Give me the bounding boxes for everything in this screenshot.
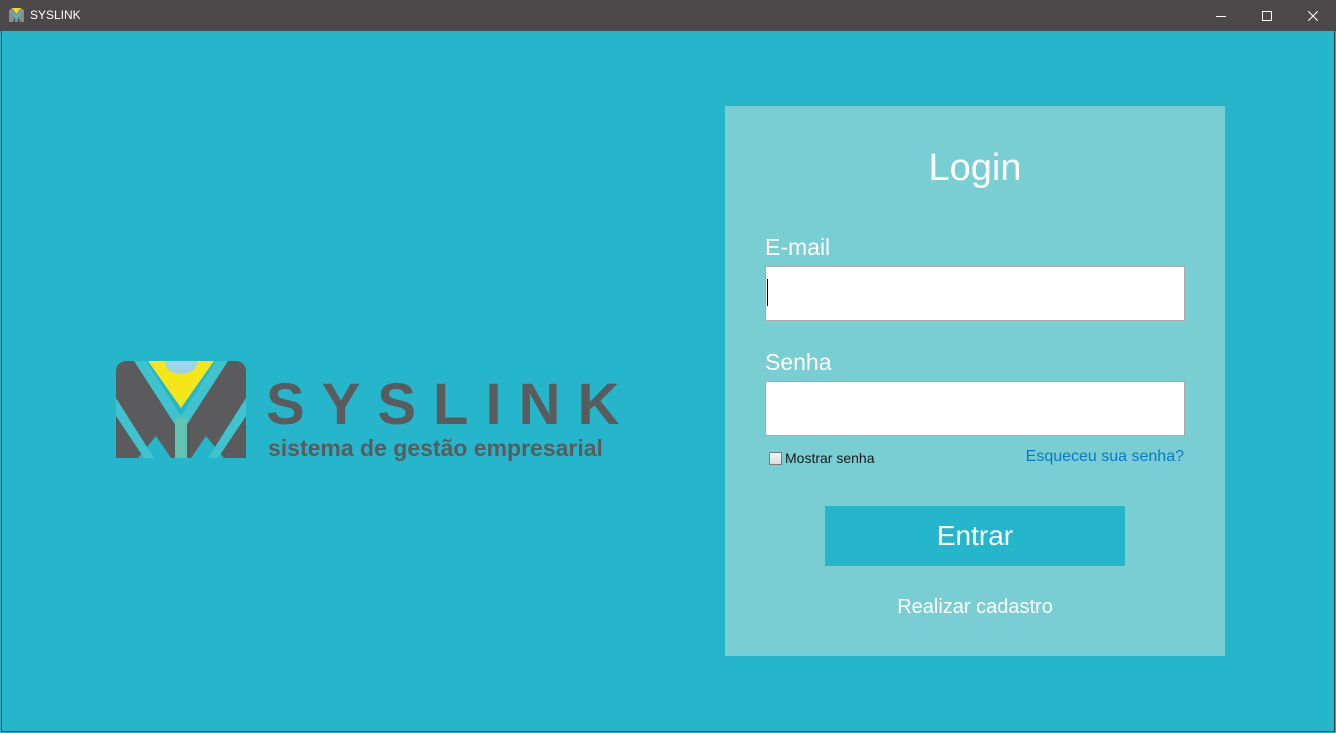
show-password-checkbox[interactable]: Mostrar senha [769,450,874,466]
syslink-logo-icon [9,8,24,22]
text-caret [767,279,768,306]
minimize-icon [1216,15,1226,17]
password-field[interactable] [765,381,1185,436]
login-title: Login [928,147,1022,189]
close-icon [1308,10,1318,21]
login-panel: Login E-mail Senha Mostrar senha Esquece… [725,106,1225,656]
password-label: Senha [765,349,832,375]
email-label: E-mail [765,234,831,260]
show-password-label: Mostrar senha [785,450,875,466]
checkbox-box[interactable] [769,451,782,465]
window-title: SYSLINK [30,8,81,22]
syslink-logo-mark [116,358,246,458]
window-body: SYSLINK sistema de gestão empresarial Lo… [1,31,1335,732]
title-bar: SYSLINK [0,0,1336,31]
close-button[interactable] [1290,0,1336,31]
syslink-logo: SYSLINK sistema de gestão empresarial [116,358,626,462]
logo-tagline: sistema de gestão empresarial [268,435,603,461]
maximize-button[interactable] [1244,0,1290,31]
forgot-password-link[interactable]: Esqueceu sua senha? [1026,448,1184,466]
login-submit-button[interactable]: Entrar [825,506,1125,566]
logo-wordmark: SYSLINK [266,372,637,437]
minimize-button[interactable] [1198,0,1244,31]
maximize-icon [1262,10,1272,21]
email-field[interactable] [765,266,1185,321]
register-link[interactable]: Realizar cadastro [725,596,1225,619]
